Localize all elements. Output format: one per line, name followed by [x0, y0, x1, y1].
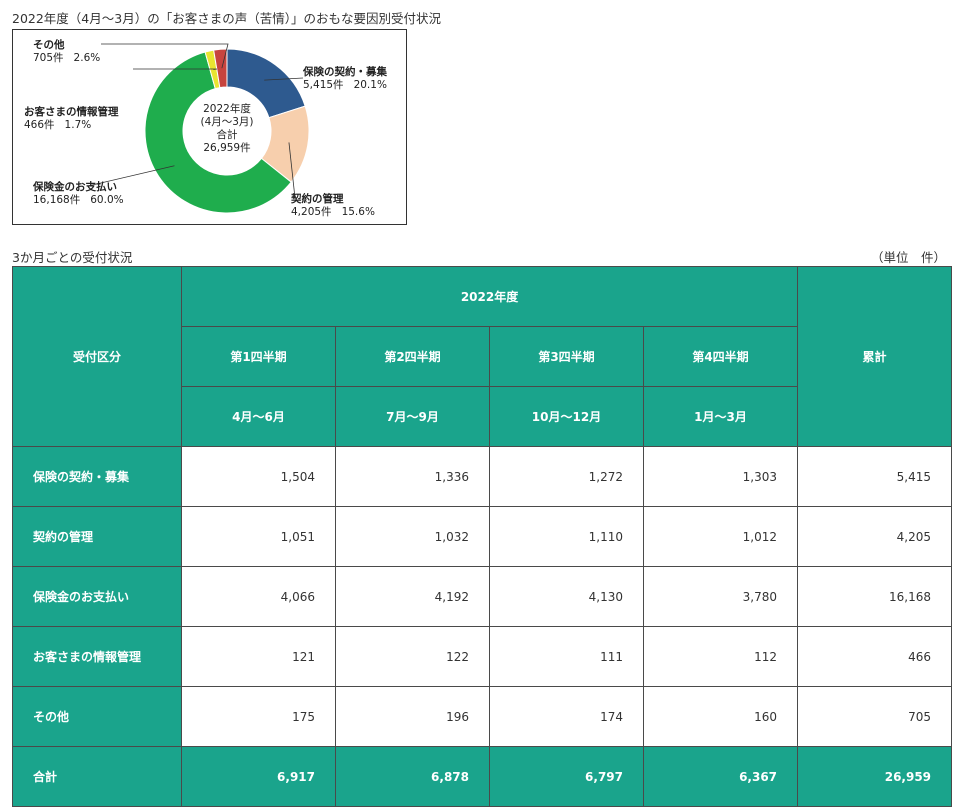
total-value: 26,959: [798, 747, 952, 807]
header-quarter: 第3四半期: [490, 327, 644, 387]
slice-label-contract-management: 契約の管理 4,205件 15.6%: [291, 193, 375, 219]
table-row: 保険金のお支払い 4,066 4,192 4,130 3,780 16,168: [13, 567, 952, 627]
row-label: 合計: [13, 747, 182, 807]
slice-label-info-management: お客さまの情報管理 466件 1.7%: [24, 106, 119, 132]
center-year: 2022年度: [187, 103, 267, 116]
cell-value: 4,130: [490, 567, 644, 627]
header-period: 10月～12月: [490, 387, 644, 447]
chart-title: 2022年度（4月～3月）の「お客さまの声（苦情）」のおもな要因別受付状況: [12, 8, 441, 27]
cell-value: 122: [336, 627, 490, 687]
row-label: 保険の契約・募集: [13, 447, 182, 507]
cell-value: 4,205: [798, 507, 952, 567]
cell-value: 4,192: [336, 567, 490, 627]
slice-name: その他: [33, 39, 100, 52]
table-row: 契約の管理 1,051 1,032 1,110 1,012 4,205: [13, 507, 952, 567]
table-row: その他 175 196 174 160 705: [13, 687, 952, 747]
slice-pct: 60.0%: [90, 194, 123, 206]
cell-value: 121: [182, 627, 336, 687]
slice-pct: 15.6%: [342, 206, 375, 218]
slice-label-contract-sales: 保険の契約・募集 5,415件 20.1%: [303, 66, 387, 92]
total-value: 6,367: [644, 747, 798, 807]
cell-value: 3,780: [644, 567, 798, 627]
cell-value: 1,110: [490, 507, 644, 567]
total-value: 6,797: [490, 747, 644, 807]
cell-value: 1,032: [336, 507, 490, 567]
header-period: 1月～3月: [644, 387, 798, 447]
table-subtitle: 3か月ごとの受付状況: [12, 247, 132, 266]
cell-value: 5,415: [798, 447, 952, 507]
cell-value: 175: [182, 687, 336, 747]
header-quarter: 第1四半期: [182, 327, 336, 387]
row-label: その他: [13, 687, 182, 747]
cell-value: 1,012: [644, 507, 798, 567]
slice-pct: 20.1%: [354, 79, 387, 91]
table-unit: （単位 件）: [871, 247, 946, 266]
cell-value: 196: [336, 687, 490, 747]
center-total-label: 合計: [187, 129, 267, 142]
donut-center-label: 2022年度 (4月～3月) 合計 26,959件: [187, 103, 267, 155]
cell-value: 1,336: [336, 447, 490, 507]
center-period: (4月～3月): [187, 116, 267, 129]
slice-name: 保険の契約・募集: [303, 66, 387, 79]
cell-value: 174: [490, 687, 644, 747]
header-period: 4月～6月: [182, 387, 336, 447]
header-category: 受付区分: [13, 267, 182, 447]
slice-count: 466件: [24, 119, 55, 131]
header-year: 2022年度: [182, 267, 798, 327]
cell-value: 466: [798, 627, 952, 687]
cell-value: 4,066: [182, 567, 336, 627]
slice-pct: 2.6%: [74, 52, 101, 64]
cell-value: 16,168: [798, 567, 952, 627]
total-row: 合計 6,917 6,878 6,797 6,367 26,959: [13, 747, 952, 807]
slice-count: 16,168件: [33, 194, 80, 206]
cell-value: 1,504: [182, 447, 336, 507]
slice-count: 5,415件: [303, 79, 344, 91]
slice-name: お客さまの情報管理: [24, 106, 119, 119]
quarterly-table: 受付区分 2022年度 累計 第1四半期 第2四半期 第3四半期 第4四半期 4…: [12, 266, 952, 807]
total-value: 6,917: [182, 747, 336, 807]
header-total: 累計: [798, 267, 952, 447]
slice-count: 4,205件: [291, 206, 332, 218]
header-quarter: 第4四半期: [644, 327, 798, 387]
total-value: 6,878: [336, 747, 490, 807]
header-period: 7月～9月: [336, 387, 490, 447]
cell-value: 111: [490, 627, 644, 687]
cell-value: 112: [644, 627, 798, 687]
slice-name: 契約の管理: [291, 193, 375, 206]
slice-pct: 1.7%: [65, 119, 92, 131]
cell-value: 160: [644, 687, 798, 747]
slice-count: 705件: [33, 52, 64, 64]
table-row: 保険の契約・募集 1,504 1,336 1,272 1,303 5,415: [13, 447, 952, 507]
row-label: 保険金のお支払い: [13, 567, 182, 627]
table-row: お客さまの情報管理 121 122 111 112 466: [13, 627, 952, 687]
cell-value: 705: [798, 687, 952, 747]
donut-chart-box: 2022年度 (4月～3月) 合計 26,959件 その他 705件 2.6% お…: [12, 29, 407, 225]
cell-value: 1,051: [182, 507, 336, 567]
slice-label-other: その他 705件 2.6%: [33, 39, 100, 65]
center-total-value: 26,959件: [187, 142, 267, 155]
header-quarter: 第2四半期: [336, 327, 490, 387]
slice-name: 保険金のお支払い: [33, 181, 124, 194]
cell-value: 1,303: [644, 447, 798, 507]
slice-label-claims-payment: 保険金のお支払い 16,168件 60.0%: [33, 181, 124, 207]
row-label: お客さまの情報管理: [13, 627, 182, 687]
row-label: 契約の管理: [13, 507, 182, 567]
cell-value: 1,272: [490, 447, 644, 507]
